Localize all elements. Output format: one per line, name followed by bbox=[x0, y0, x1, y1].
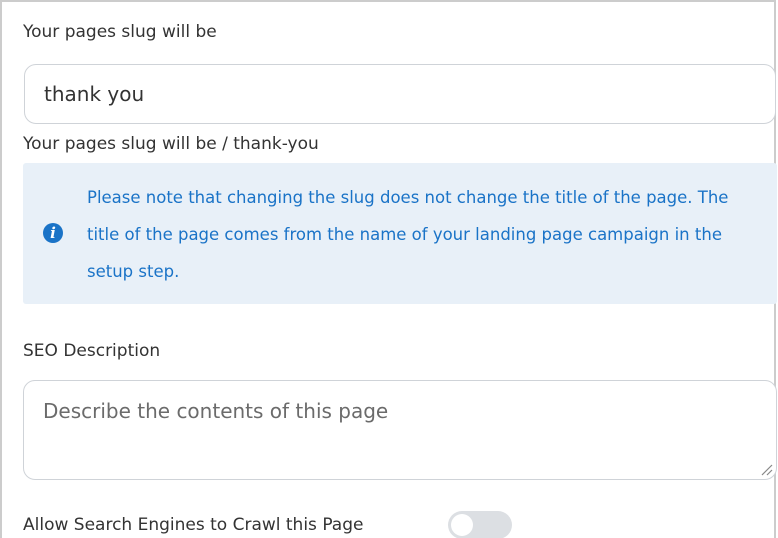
info-icon: i bbox=[43, 223, 63, 243]
seo-description-label: SEO Description bbox=[23, 341, 161, 361]
slug-notice: i Please note that changing the slug doe… bbox=[23, 163, 777, 304]
slug-input[interactable] bbox=[24, 64, 776, 124]
crawl-toggle[interactable] bbox=[448, 511, 512, 538]
crawl-label: Allow Search Engines to Crawl this Page bbox=[23, 515, 364, 535]
seo-settings-panel: Your pages slug will be Your pages slug … bbox=[0, 0, 777, 538]
slug-notice-text: Please note that changing the slug does … bbox=[87, 188, 729, 281]
seo-description-input[interactable] bbox=[23, 380, 777, 480]
resize-handle-icon[interactable] bbox=[759, 462, 773, 476]
slug-preview: Your pages slug will be / thank-you bbox=[23, 134, 319, 154]
slug-label: Your pages slug will be bbox=[23, 22, 217, 42]
toggle-knob bbox=[451, 514, 473, 536]
